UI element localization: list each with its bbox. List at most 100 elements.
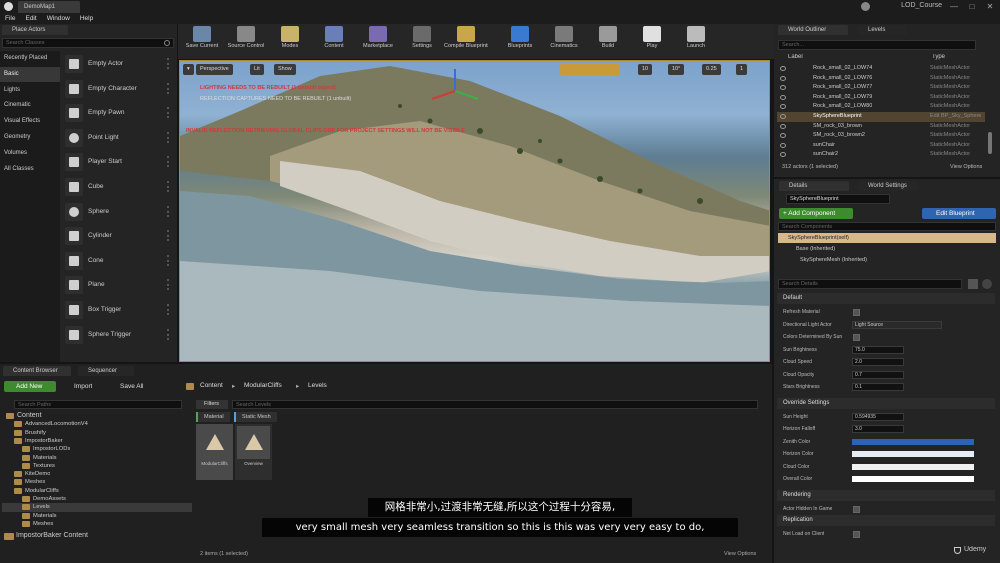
outliner-row[interactable]: sunChair StaticMeshActor bbox=[777, 141, 985, 151]
eye-icon[interactable] bbox=[780, 114, 786, 119]
property-checkbox[interactable] bbox=[853, 505, 860, 513]
add-new-button[interactable]: Add New bbox=[4, 381, 56, 392]
grid-snap-button[interactable]: 10 bbox=[638, 64, 653, 75]
drag-handle-icon[interactable] bbox=[167, 181, 172, 192]
root-component-row[interactable]: SkySphereBlueprint(self) bbox=[778, 233, 996, 243]
property-value-input[interactable]: 0.7 bbox=[852, 370, 904, 379]
filter-static-mesh[interactable]: Static Mesh bbox=[234, 412, 277, 422]
category-cinematic[interactable]: Cinematic bbox=[0, 98, 60, 114]
property-matrix-icon[interactable] bbox=[968, 279, 978, 289]
eye-icon[interactable] bbox=[780, 66, 786, 71]
color-swatch[interactable] bbox=[852, 476, 974, 482]
eye-icon[interactable] bbox=[780, 75, 786, 81]
cinematics-button[interactable]: Cinematics bbox=[542, 24, 586, 56]
tree-item[interactable]: DemoAssets bbox=[2, 495, 192, 503]
property-value-input[interactable]: 75.0 bbox=[852, 345, 904, 354]
compile-blueprints-button[interactable]: Compile Blueprints bbox=[444, 24, 488, 56]
search-details-input[interactable]: Search Details bbox=[778, 279, 962, 289]
tree-item[interactable]: ImpostorBaker bbox=[2, 437, 192, 445]
edit-blueprint-button[interactable]: Edit Blueprint bbox=[922, 208, 996, 219]
drag-handle-icon[interactable] bbox=[167, 279, 172, 291]
content-button[interactable]: Content bbox=[312, 24, 356, 56]
import-button[interactable]: Import bbox=[64, 381, 92, 392]
eye-icon[interactable] bbox=[780, 104, 786, 110]
tree-item[interactable]: ModularCliffs bbox=[2, 487, 192, 495]
eye-icon[interactable] bbox=[780, 133, 786, 139]
color-swatch[interactable] bbox=[852, 438, 974, 445]
tree-item[interactable]: Brushify bbox=[2, 429, 192, 437]
column-label[interactable]: Label bbox=[788, 54, 803, 60]
sources-toggle-icon[interactable] bbox=[186, 383, 194, 390]
tree-item[interactable]: AdvancedLocomotionV4 bbox=[2, 420, 192, 428]
property-checkbox[interactable] bbox=[853, 309, 860, 316]
viewport-options-button[interactable]: ▾ bbox=[183, 64, 194, 75]
actor-item-cone[interactable]: Cone bbox=[62, 249, 176, 272]
drag-handle-icon[interactable] bbox=[167, 82, 172, 94]
tree-item[interactable]: Content bbox=[2, 412, 192, 420]
outliner-row[interactable]: SM_rock_03_brown StaticMeshActor bbox=[777, 122, 985, 132]
actor-item-plane[interactable]: Plane bbox=[62, 273, 176, 296]
eye-icon[interactable] bbox=[780, 142, 786, 148]
component-base[interactable]: Base (Inherited) bbox=[796, 246, 835, 252]
save-current-button[interactable]: Save Current bbox=[180, 24, 224, 56]
tab-world-settings[interactable]: World Settings bbox=[858, 181, 918, 191]
actor-item-cube[interactable]: Cube bbox=[62, 175, 176, 198]
drag-handle-icon[interactable] bbox=[167, 254, 172, 266]
search-classes-input[interactable]: Search Classes bbox=[2, 38, 174, 48]
search-components-input[interactable]: Search Components bbox=[778, 222, 996, 231]
actor-item-cylinder[interactable]: Cylinder bbox=[62, 224, 176, 247]
drag-handle-icon[interactable] bbox=[167, 58, 172, 69]
document-tab[interactable]: DemoMap1 bbox=[18, 1, 80, 13]
level-viewport[interactable]: ▾ Perspective Lit Show 10 10° 0.25 1 LIG… bbox=[179, 60, 770, 362]
actor-item-empty-pawn[interactable]: Empty Pawn bbox=[62, 101, 176, 124]
category-recently-placed[interactable]: Recently Placed bbox=[0, 51, 60, 67]
section-default[interactable]: Default bbox=[777, 293, 995, 304]
section-override[interactable]: Override Settings bbox=[777, 397, 995, 409]
breadcrumb-content[interactable]: Content bbox=[200, 382, 223, 389]
tree-item[interactable]: Materials bbox=[2, 512, 192, 520]
section-replication[interactable]: Replication bbox=[777, 515, 995, 526]
category-basic[interactable]: Basic bbox=[0, 66, 60, 83]
tab-place-actors[interactable]: Place Actors bbox=[2, 25, 68, 35]
visibility-icon[interactable] bbox=[982, 279, 992, 289]
camera-speed-button[interactable]: 1 bbox=[736, 64, 748, 75]
outliner-row[interactable]: sunChair2 StaticMeshActor bbox=[777, 150, 985, 160]
perspective-button[interactable]: Perspective bbox=[196, 64, 233, 75]
tree-item[interactable]: KiteDemo bbox=[2, 470, 192, 478]
outliner-row[interactable]: Rock_small_02_LOW77 StaticMeshActor bbox=[777, 83, 985, 93]
transform-tools[interactable] bbox=[560, 64, 620, 75]
maximize-button[interactable]: □ bbox=[964, 2, 980, 11]
show-button[interactable]: Show bbox=[274, 64, 296, 75]
outliner-row[interactable]: Rock_small_02_LOW80 StaticMeshActor bbox=[777, 102, 985, 112]
play-button[interactable]: Play bbox=[630, 24, 674, 56]
build-button[interactable]: Build bbox=[586, 24, 630, 56]
content-view-options[interactable]: View Options bbox=[724, 551, 756, 557]
close-button[interactable]: ✕ bbox=[982, 2, 998, 11]
category-all-classes[interactable]: All Classes bbox=[0, 162, 60, 178]
actor-item-empty-character[interactable]: Empty Character bbox=[62, 77, 176, 100]
scale-snap-button[interactable]: 0.25 bbox=[702, 64, 721, 75]
menu-file[interactable]: File bbox=[0, 13, 20, 24]
impostor-content-row[interactable]: ImpostorBaker Content bbox=[16, 532, 88, 539]
eye-icon[interactable] bbox=[780, 94, 786, 100]
category-volumes[interactable]: Volumes bbox=[0, 146, 60, 162]
category-visual-effects[interactable]: Visual Effects bbox=[0, 114, 60, 130]
eye-icon[interactable] bbox=[780, 85, 786, 91]
outliner-view-options[interactable]: View Options bbox=[950, 164, 982, 170]
filter-material[interactable]: Material bbox=[196, 412, 230, 422]
menu-help[interactable]: Help bbox=[75, 13, 98, 24]
modes-button[interactable]: Modes bbox=[268, 24, 312, 56]
outliner-row[interactable]: SkySphereBlueprint Edit BP_Sky_Sphere bbox=[777, 112, 985, 122]
menu-window[interactable]: Window bbox=[42, 13, 75, 24]
rotation-snap-button[interactable]: 10° bbox=[668, 64, 685, 75]
actor-item-point-light[interactable]: Point Light bbox=[62, 126, 176, 149]
filters-button[interactable]: Filters bbox=[196, 400, 228, 409]
search-paths-input[interactable]: Search Paths bbox=[14, 400, 182, 409]
tab-levels[interactable]: Levels bbox=[858, 25, 906, 35]
actor-item-sphere[interactable]: Sphere bbox=[62, 200, 176, 223]
marketplace-button[interactable]: Marketplace bbox=[356, 24, 400, 56]
tab-world-outliner[interactable]: World Outliner bbox=[778, 25, 848, 35]
drag-handle-icon[interactable] bbox=[167, 156, 172, 168]
property-checkbox[interactable] bbox=[853, 531, 860, 538]
tree-item[interactable]: Materials bbox=[2, 454, 192, 462]
